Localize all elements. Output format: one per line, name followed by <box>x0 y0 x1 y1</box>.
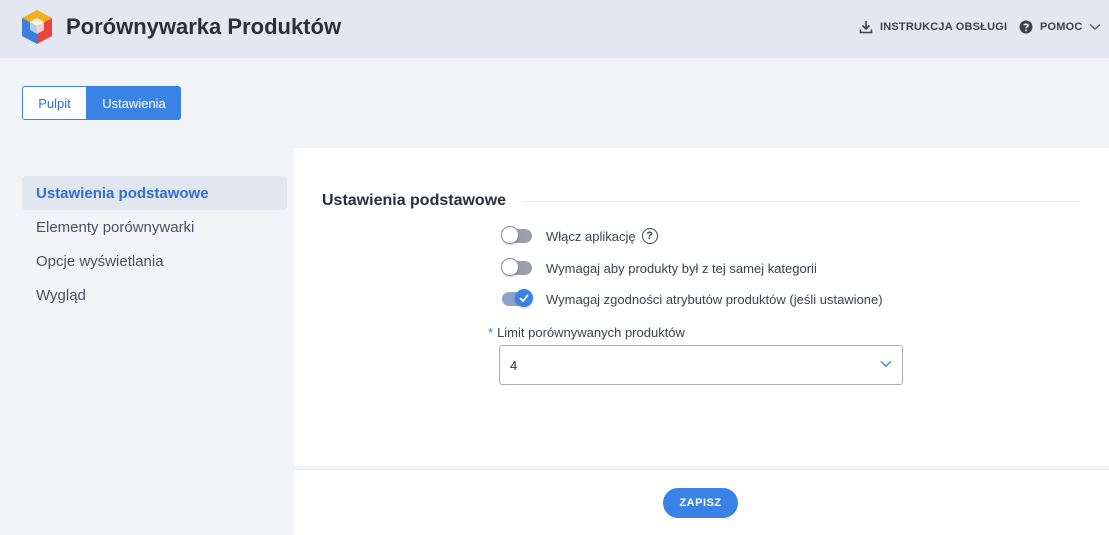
cube-logo-icon <box>22 10 52 44</box>
help-icon[interactable]: ? <box>641 228 658 244</box>
tab-settings[interactable]: Ustawienia <box>87 86 181 120</box>
panel-footer: ZAPISZ <box>294 469 1109 535</box>
chevron-down-icon <box>880 360 892 367</box>
toggle-row-attribute-match: Wymagaj zgodności atrybutów produktów (j… <box>502 289 883 309</box>
download-icon <box>859 21 873 34</box>
attribute-match-toggle[interactable] <box>502 289 533 307</box>
toggle-row-same-category: Wymagaj aby produkty był z tej samej kat… <box>501 258 817 278</box>
help-label: POMOC <box>1040 21 1083 33</box>
sidebar-item-comparison-elements[interactable]: Elementy porównywarki <box>22 210 287 244</box>
settings-sidebar: Ustawienia podstawowe Elementy porównywa… <box>22 176 287 312</box>
limit-label-text: Limit porównywanych produktów <box>497 325 685 340</box>
toggle-row-enable-app: Włącz aplikację ? <box>501 226 658 246</box>
required-mark: * <box>488 325 494 340</box>
app-header: Porównywarka Produktów INSTRUKCJA OBSŁUG… <box>0 0 1109 58</box>
same-category-label: Wymagaj aby produkty był z tej samej kat… <box>546 260 817 276</box>
sidebar-item-basic-settings[interactable]: Ustawienia podstawowe <box>22 176 287 210</box>
same-category-toggle[interactable] <box>501 258 532 276</box>
app-title: Porównywarka Produktów <box>66 14 342 39</box>
sidebar-item-display-options[interactable]: Opcje wyświetlania <box>22 244 287 278</box>
enable-app-label: Włącz aplikację <box>546 228 636 244</box>
attribute-match-label: Wymagaj zgodności atrybutów produktów (j… <box>546 291 883 307</box>
section-title: Ustawienia podstawowe <box>322 192 507 209</box>
enable-app-toggle[interactable] <box>501 226 532 244</box>
limit-field-label: * Limit porównywanych produktów <box>488 325 685 340</box>
user-manual-link[interactable]: INSTRUKCJA OBSŁUGI <box>859 18 1007 36</box>
settings-panel: Ustawienia podstawowe Włącz aplikację ? … <box>294 148 1109 466</box>
limit-select-value: 4 <box>510 357 518 373</box>
user-manual-label: INSTRUKCJA OBSŁUGI <box>880 21 1008 33</box>
chevron-down-icon <box>1089 23 1101 30</box>
main-tabs: Pulpit Ustawienia <box>22 86 181 120</box>
check-icon <box>519 294 529 302</box>
limit-select[interactable]: 4 <box>499 345 903 385</box>
tab-pulpit[interactable]: Pulpit <box>22 86 87 120</box>
question-circle-icon <box>1019 20 1033 34</box>
sidebar-item-appearance[interactable]: Wygląd <box>22 278 287 312</box>
save-button[interactable]: ZAPISZ <box>663 488 738 518</box>
section-divider <box>524 201 1080 202</box>
help-menu-button[interactable]: POMOC <box>1019 18 1101 36</box>
